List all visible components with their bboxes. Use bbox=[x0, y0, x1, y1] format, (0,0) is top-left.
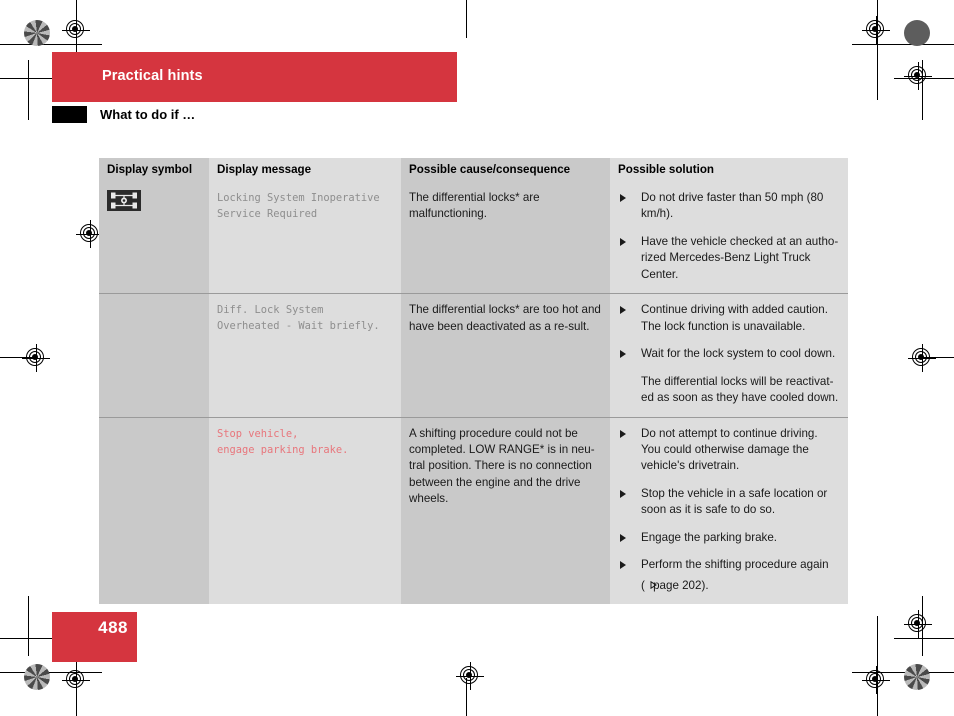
column-header-display-message: Display message bbox=[209, 158, 401, 182]
solid-density-patch bbox=[904, 20, 930, 46]
chapter-header-bar: Practical hints bbox=[52, 52, 457, 102]
column-header-display-symbol: Display symbol bbox=[99, 158, 209, 182]
solution-text: Wait for the lock system to cool down. bbox=[641, 347, 836, 361]
crop-line bbox=[922, 596, 923, 656]
solution-list: Do not attempt to continue driving. You … bbox=[618, 426, 840, 595]
solution-text: Do not attempt to continue driving. You … bbox=[641, 426, 818, 473]
display-message-text: Locking System Inoperative Service Requi… bbox=[217, 192, 380, 221]
crop-line bbox=[877, 0, 878, 100]
solution-text: Engage the parking brake. bbox=[641, 530, 778, 544]
registration-target-icon bbox=[62, 16, 90, 44]
solution-text: The differential locks will be reactivat… bbox=[641, 374, 839, 405]
solution-item: Wait for the lock system to cool down. bbox=[618, 346, 840, 362]
cell-display-message: Stop vehicle, engage parking brake. bbox=[209, 416, 401, 605]
registration-target-icon bbox=[904, 610, 932, 638]
page-number: 488 bbox=[98, 618, 128, 637]
display-message-text: Diff. Lock System Overheated - Wait brie… bbox=[217, 304, 380, 333]
differential-lock-symbol-icon bbox=[107, 190, 141, 211]
crop-line bbox=[0, 638, 60, 639]
possible-cause-text: A shifting procedure could not be comple… bbox=[409, 426, 595, 506]
registration-target-icon bbox=[22, 344, 50, 372]
crop-line bbox=[0, 672, 102, 673]
triangle-bullet-icon bbox=[620, 306, 626, 315]
solution-item: Engage the parking brake. bbox=[618, 530, 840, 546]
section-marker-swatch bbox=[52, 106, 87, 123]
registration-target-icon bbox=[908, 344, 936, 372]
cell-possible-cause: The differential locks* are malfunctioni… bbox=[401, 182, 610, 294]
solution-item: Have the vehicle checked at an autho-riz… bbox=[618, 234, 840, 283]
chapter-title: Practical hints bbox=[102, 68, 203, 84]
table-header-row: Display symbol Display message Possible … bbox=[99, 158, 848, 182]
crop-line bbox=[28, 596, 29, 656]
what-to-do-if-table: Display symbol Display message Possible … bbox=[99, 158, 848, 605]
cell-possible-solution: Continue driving with added caution. The… bbox=[610, 293, 848, 418]
crop-line bbox=[466, 0, 467, 38]
solution-text: Perform the shifting procedure again bbox=[641, 558, 829, 572]
cell-possible-solution: Do not attempt to continue driving. You … bbox=[610, 416, 848, 605]
crop-line bbox=[0, 44, 102, 45]
crop-line bbox=[920, 357, 954, 358]
crop-line bbox=[0, 357, 34, 358]
possible-cause-text: The differential locks* are malfunctioni… bbox=[409, 191, 540, 221]
triangle-bullet-icon bbox=[620, 237, 626, 246]
crop-line bbox=[466, 678, 467, 716]
page-number-tab: 488 bbox=[52, 612, 137, 662]
crop-line bbox=[852, 672, 954, 673]
hollow-triangle-right-icon bbox=[645, 574, 657, 589]
solution-list: Continue driving with added caution. The… bbox=[618, 302, 840, 406]
column-header-possible-cause: Possible cause/consequence bbox=[401, 158, 610, 182]
triangle-bullet-icon bbox=[620, 194, 626, 202]
section-title: What to do if … bbox=[100, 107, 196, 122]
cell-display-symbol bbox=[99, 416, 209, 605]
halftone-density-patch bbox=[24, 20, 50, 46]
halftone-density-patch bbox=[904, 664, 930, 690]
solution-text: Have the vehicle checked at an autho-riz… bbox=[641, 234, 839, 281]
solution-text: Stop the vehicle in a safe location or s… bbox=[641, 486, 828, 517]
display-message-text: Stop vehicle, engage parking brake. bbox=[217, 427, 349, 456]
crop-line bbox=[852, 44, 954, 45]
registration-target-icon bbox=[62, 666, 90, 694]
solution-item: Continue driving with added caution. The… bbox=[618, 302, 840, 335]
table-row: Locking System Inoperative Service Requi… bbox=[99, 182, 848, 294]
solution-item: Stop the vehicle in a safe location or s… bbox=[618, 486, 840, 519]
triangle-bullet-icon bbox=[620, 561, 626, 570]
solution-list: Do not drive faster than 50 mph (80 km/h… bbox=[618, 190, 840, 283]
cell-display-symbol bbox=[99, 293, 209, 418]
triangle-bullet-icon bbox=[620, 533, 626, 542]
table-row: Stop vehicle, engage parking brake. A sh… bbox=[99, 416, 848, 605]
triangle-bullet-icon bbox=[620, 350, 626, 359]
solution-text: Continue driving with added caution. The… bbox=[641, 303, 828, 333]
crop-line bbox=[922, 60, 923, 120]
solution-note: The differential locks will be reactivat… bbox=[618, 374, 840, 407]
possible-cause-text: The differential locks* are too hot and … bbox=[409, 303, 601, 333]
registration-target-icon bbox=[862, 666, 890, 694]
xref-label: page 202). bbox=[649, 578, 709, 592]
crop-line bbox=[894, 638, 954, 639]
cell-possible-cause: The differential locks* are too hot and … bbox=[401, 293, 610, 418]
solution-item: Do not drive faster than 50 mph (80 km/h… bbox=[618, 190, 840, 223]
cell-display-message: Diff. Lock System Overheated - Wait brie… bbox=[209, 293, 401, 418]
crop-line bbox=[877, 616, 878, 716]
solution-item: Perform the shifting procedure again ( p… bbox=[618, 557, 840, 594]
table-row: Diff. Lock System Overheated - Wait brie… bbox=[99, 293, 848, 418]
registration-target-icon bbox=[456, 662, 484, 690]
cell-possible-cause: A shifting procedure could not be comple… bbox=[401, 416, 610, 605]
cell-display-symbol bbox=[99, 182, 209, 294]
triangle-bullet-icon bbox=[620, 429, 626, 438]
cross-reference[interactable]: ( page 202). bbox=[641, 579, 709, 592]
column-header-possible-solution: Possible solution bbox=[610, 158, 848, 182]
cell-display-message: Locking System Inoperative Service Requi… bbox=[209, 182, 401, 294]
halftone-density-patch bbox=[24, 664, 50, 690]
cell-possible-solution: Do not drive faster than 50 mph (80 km/h… bbox=[610, 182, 848, 294]
registration-target-icon bbox=[904, 62, 932, 90]
solution-text: Do not drive faster than 50 mph (80 km/h… bbox=[641, 191, 824, 221]
triangle-bullet-icon bbox=[620, 489, 626, 498]
registration-target-icon bbox=[862, 16, 890, 44]
solution-item: Do not attempt to continue driving. You … bbox=[618, 426, 840, 475]
table-body: Locking System Inoperative Service Requi… bbox=[99, 182, 848, 605]
crop-line bbox=[894, 78, 954, 79]
crop-line bbox=[28, 60, 29, 120]
crop-line bbox=[0, 78, 60, 79]
